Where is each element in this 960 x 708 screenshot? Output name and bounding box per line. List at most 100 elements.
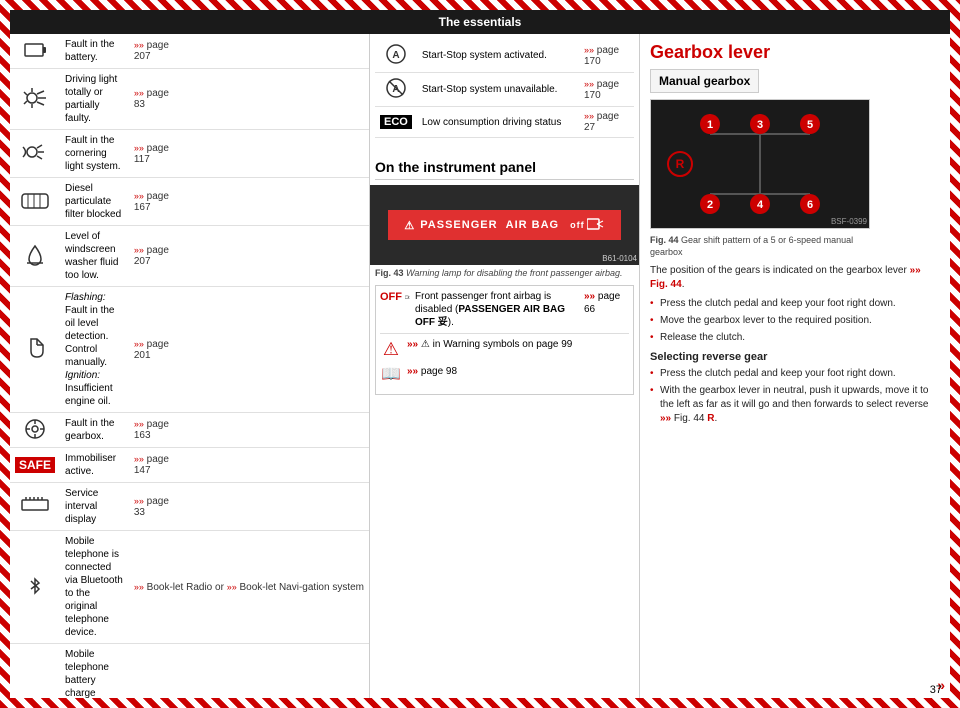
fig44-ref: BSF-0399 xyxy=(831,217,867,226)
start-stop-active-icon: A xyxy=(375,39,417,73)
svg-text:6: 6 xyxy=(807,199,813,211)
bluetooth-page: »» Book-let Radio or »» Book-let Navi-ga… xyxy=(129,531,369,644)
airbag-warning-symbol: ⚠ xyxy=(404,219,415,232)
airbag-off-text: off xyxy=(570,218,605,232)
table-row: A Start-Stop system unavailable. »» page… xyxy=(375,73,634,107)
bluetooth-icon xyxy=(10,531,60,644)
fig44-caption: Fig. 44 Gear shift pattern of a 5 or 6-s… xyxy=(650,235,870,258)
diesel-filter-page: »» page167 xyxy=(129,178,369,226)
diesel-filter-icon xyxy=(10,178,60,226)
header-title: The essentials xyxy=(439,15,522,29)
washer-fluid-page: »» page207 xyxy=(129,226,369,287)
bullet-clutch-reverse: Press the clutch pedal and keep your foo… xyxy=(650,367,940,381)
airbag-warning-display: ⚠ PASSENGER AIR BAG off xyxy=(388,210,620,240)
warning-box: OFF Front passenger front airbag is disa… xyxy=(375,285,634,395)
table-row: Mobile telephone is connected via Blueto… xyxy=(10,531,369,644)
fig43-ref: B61-0104 xyxy=(602,254,637,263)
svg-text:1: 1 xyxy=(707,119,713,131)
fig43-label: Fig. 43 xyxy=(375,268,404,278)
svg-text:5: 5 xyxy=(807,119,813,131)
svg-text:4: 4 xyxy=(757,199,764,211)
table-row: Driving light totally or partially fault… xyxy=(10,69,369,130)
triangle-warning-icon: ⚠ xyxy=(380,338,402,361)
phone-battery-page: »» Book-let Navi-gation system xyxy=(129,644,369,699)
svg-text:3: 3 xyxy=(757,119,763,131)
diesel-filter-desc: Diesel particulate filter blocked xyxy=(60,178,129,226)
table-row: Level of windscreen washer fluid too low… xyxy=(10,226,369,287)
gearbox-body-text: The position of the gears is indicated o… xyxy=(650,264,940,292)
safe-badge: SAFE xyxy=(15,457,55,473)
oil-icon xyxy=(10,287,60,413)
bluetooth-desc: Mobile telephone is connected via Blueto… xyxy=(60,531,129,644)
driving-light-desc: Driving light totally or partially fault… xyxy=(60,69,129,130)
safe-icon: SAFE xyxy=(10,448,60,483)
airbag-text: PASSENGER AIR BAG xyxy=(420,219,559,231)
fig43-caption: Fig. 43 Warning lamp for disabling the f… xyxy=(370,265,639,281)
book-icon: 📖 xyxy=(380,365,402,386)
svg-text:R: R xyxy=(676,157,685,171)
gearbox-fault-desc: Fault in the gearbox. xyxy=(60,413,129,448)
battery-page: »» page207 xyxy=(129,34,369,69)
fig44-link[interactable]: Fig. 44 xyxy=(650,279,682,290)
fig43-caption-text: Warning lamp for disabling the front pas… xyxy=(406,268,622,278)
fig44-label: Fig. 44 xyxy=(650,235,679,245)
table-row: ECO Low consumption driving status »» pa… xyxy=(375,107,634,138)
svg-text:A: A xyxy=(392,50,399,61)
svg-text:2: 2 xyxy=(707,199,713,211)
reverse-gear-heading: Selecting reverse gear xyxy=(650,351,940,363)
dashboard-image: ⚠ PASSENGER AIR BAG off B61-0104 xyxy=(370,185,639,265)
main-content: The essentials Fault in the battery. »» … xyxy=(10,10,950,698)
warning-symbols-text: »» ⚠ in Warning symbols on page 99 xyxy=(407,338,572,351)
warning-box-airbag-row: OFF Front passenger front airbag is disa… xyxy=(380,290,629,329)
start-stop-unavailable-page: »» page170 xyxy=(579,73,634,107)
immobiliser-desc: Immobiliser active. xyxy=(60,448,129,483)
gearbox-diagram: 1 3 5 2 4 6 R BSF-0399 xyxy=(650,99,870,229)
left-panel: Fault in the battery. »» page207 Driving… xyxy=(10,34,370,698)
gearbox-fault-page: »» page163 xyxy=(129,413,369,448)
table-row: SAFE Immobiliser active. »» page147 xyxy=(10,448,369,483)
table-row: Flashing: Fault in the oil level detecti… xyxy=(10,287,369,413)
airbag-disabled-text: Front passenger front airbag is disabled… xyxy=(415,290,579,329)
table-row: A Start-Stop system activated. »» page17… xyxy=(375,39,634,73)
warning-table: Fault in the battery. »» page207 Driving… xyxy=(10,34,369,698)
bullet-neutral-reverse: With the gearbox lever in neutral, push … xyxy=(650,384,940,426)
phone-battery-desc: Mobile telephone battery charge meter. A… xyxy=(60,644,129,699)
service-interval-page: »» page33 xyxy=(129,483,369,531)
phone-battery-icon xyxy=(10,644,60,699)
service-interval-icon xyxy=(10,483,60,531)
page98-text: »» page 98 xyxy=(407,365,457,378)
cornering-light-desc: Fault in the cornering light system. xyxy=(60,130,129,178)
washer-fluid-icon xyxy=(10,226,60,287)
table-row: Service interval display »» page33 xyxy=(10,483,369,531)
fig44-r-link[interactable]: Fig. 44 xyxy=(674,413,705,424)
eco-desc: Low consumption driving status xyxy=(417,107,579,138)
airbag-disabled-page: »» page66 xyxy=(584,290,629,316)
washer-fluid-desc: Level of windscreen washer fluid too low… xyxy=(60,226,129,287)
service-interval-desc: Service interval display xyxy=(60,483,129,531)
eco-page: »» page27 xyxy=(579,107,634,138)
page-number: 37 xyxy=(930,684,942,696)
table-row: Fault in the cornering light system. »» … xyxy=(10,130,369,178)
table-row: Diesel particulate filter blocked »» pag… xyxy=(10,178,369,226)
bullet-release-clutch: Release the clutch. xyxy=(650,331,940,345)
driving-light-page: »» page83 xyxy=(129,69,369,130)
page98-row: 📖 »» page 98 xyxy=(380,365,629,386)
page-header: The essentials xyxy=(10,10,950,34)
bullet-move-lever: Move the gearbox lever to the required p… xyxy=(650,314,940,328)
oil-page: »» page201 xyxy=(129,287,369,413)
cornering-light-page: »» page117 xyxy=(129,130,369,178)
gearbox-fault-icon xyxy=(10,413,60,448)
table-row: Mobile telephone battery charge meter. A… xyxy=(10,644,369,699)
eco-icon: ECO xyxy=(375,107,417,138)
warning-symbols-row: ⚠ »» ⚠ in Warning symbols on page 99 xyxy=(380,333,629,361)
start-stop-unavailable-icon: A xyxy=(375,73,417,107)
right-panel: Gearbox lever Manual gearbox xyxy=(640,34,950,698)
driving-light-icon xyxy=(10,69,60,130)
table-row: Fault in the battery. »» page207 xyxy=(10,34,369,69)
immobiliser-page: »» page147 xyxy=(129,448,369,483)
instrument-panel-heading: On the instrument panel xyxy=(375,159,634,180)
content-area: Fault in the battery. »» page207 Driving… xyxy=(10,34,950,698)
start-stop-unavailable-desc: Start-Stop system unavailable. xyxy=(417,73,579,107)
battery-icon xyxy=(10,34,60,69)
oil-desc: Flashing: Fault in the oil level detecti… xyxy=(60,287,129,413)
